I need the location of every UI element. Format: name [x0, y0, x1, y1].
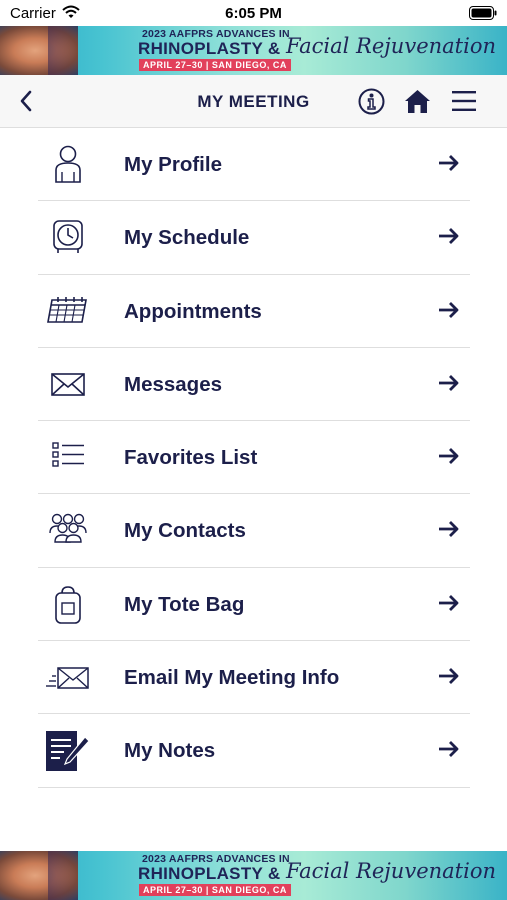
arrow-right-icon	[438, 301, 460, 324]
group-icon	[46, 511, 90, 551]
top-banner-ad[interactable]: 2023 AAFPRS ADVANCES IN RHINOPLASTY & AP…	[0, 26, 507, 75]
arrow-right-icon	[438, 520, 460, 543]
envelope-icon	[46, 365, 90, 405]
status-time: 6:05 PM	[225, 5, 282, 22]
menu-item-messages[interactable]: Messages	[38, 348, 470, 422]
tote-bag-icon	[46, 585, 90, 625]
menu-item-favorites-list[interactable]: Favorites List	[38, 421, 470, 495]
status-bar: Carrier 6:05 PM	[0, 0, 507, 26]
bottom-banner-ad[interactable]: 2023 AAFPRS ADVANCES IN RHINOPLASTY & AP…	[0, 851, 507, 900]
arrow-right-icon	[438, 667, 460, 690]
menu-item-label: My Profile	[124, 153, 222, 176]
checklist-icon	[46, 438, 90, 478]
notes-icon	[46, 731, 90, 772]
banner-line2: RHINOPLASTY &	[138, 864, 281, 883]
menu-item-label: My Contacts	[124, 519, 246, 543]
menu-item-my-profile[interactable]: My Profile	[38, 128, 470, 202]
menu-list: My Profile My Schedule Appointments Mess…	[38, 128, 470, 788]
arrow-right-icon	[438, 227, 460, 250]
clock-icon	[46, 218, 90, 258]
banner-face-image	[0, 26, 78, 75]
banner-script: Facial Rejuvenation	[286, 859, 496, 883]
menu-item-label: My Schedule	[124, 226, 250, 250]
menu-item-my-contacts[interactable]: My Contacts	[38, 494, 470, 568]
arrow-right-icon	[438, 594, 460, 617]
menu-item-my-notes[interactable]: My Notes	[38, 714, 470, 788]
banner-line2: RHINOPLASTY &	[138, 39, 281, 58]
banner-line3: APRIL 27–30 | SAN DIEGO, CA	[139, 884, 291, 896]
calendar-icon	[46, 292, 90, 332]
arrow-right-icon	[438, 447, 460, 470]
menu-item-label: Messages	[124, 372, 223, 396]
banner-face-image	[0, 851, 78, 900]
menu-item-label: Email My Meeting Info	[124, 666, 340, 690]
hamburger-menu-icon[interactable]	[452, 90, 476, 117]
menu-item-label: My Notes	[124, 739, 216, 763]
arrow-right-icon	[438, 740, 460, 763]
menu-item-my-tote-bag[interactable]: My Tote Bag	[38, 568, 470, 642]
arrow-right-icon	[438, 154, 460, 177]
arrow-right-icon	[438, 374, 460, 397]
menu-item-label: Favorites List	[124, 446, 258, 470]
info-icon[interactable]	[358, 88, 385, 120]
banner-line3: APRIL 27–30 | SAN DIEGO, CA	[139, 59, 291, 71]
menu-item-email-my-meeting-info[interactable]: Email My Meeting Info	[38, 641, 470, 715]
banner-script: Facial Rejuvenation	[286, 34, 496, 58]
menu-item-label: My Tote Bag	[124, 592, 245, 616]
battery-icon	[469, 6, 497, 25]
menu-item-label: Appointments	[124, 299, 262, 323]
nav-bar: MY MEETING	[0, 75, 507, 128]
home-icon[interactable]	[404, 89, 431, 119]
send-email-icon	[46, 658, 90, 698]
person-icon	[46, 145, 90, 185]
menu-item-appointments[interactable]: Appointments	[38, 275, 470, 348]
menu-item-my-schedule[interactable]: My Schedule	[38, 201, 470, 275]
